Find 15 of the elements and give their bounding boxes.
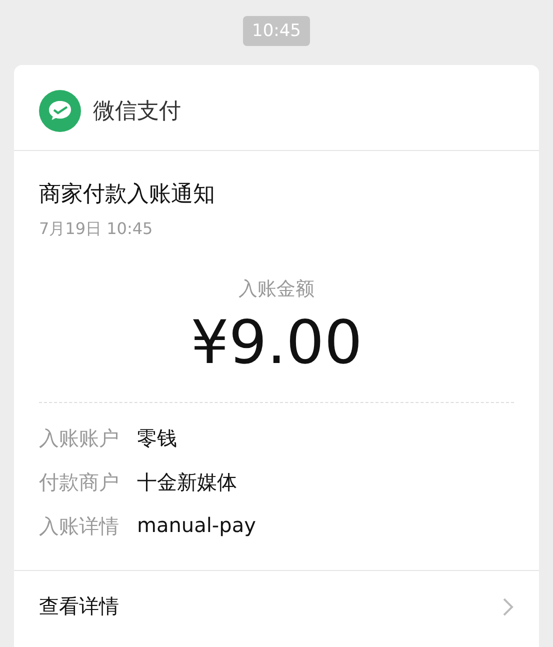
detail-label: 付款商户 xyxy=(39,469,119,496)
app-name: 微信支付 xyxy=(93,98,181,126)
detail-label: 入账账户 xyxy=(39,425,119,452)
detail-value: manual-pay xyxy=(137,513,256,539)
amount-label: 入账金额 xyxy=(238,277,314,302)
detail-value: 零钱 xyxy=(137,425,177,452)
amount-value: ¥9.00 xyxy=(190,308,362,378)
detail-label: 入账详情 xyxy=(39,513,119,540)
notice-date: 7月19日 10:45 xyxy=(39,219,154,240)
time-stamp: 10:45 xyxy=(243,16,310,46)
details-link[interactable]: 查看详情 xyxy=(14,570,539,642)
detail-value: 十金新媒体 xyxy=(137,469,237,496)
chevron-right-icon xyxy=(502,596,514,616)
notice-title: 商家付款入账通知 xyxy=(39,181,216,209)
wechat-pay-logo-icon xyxy=(39,90,81,132)
